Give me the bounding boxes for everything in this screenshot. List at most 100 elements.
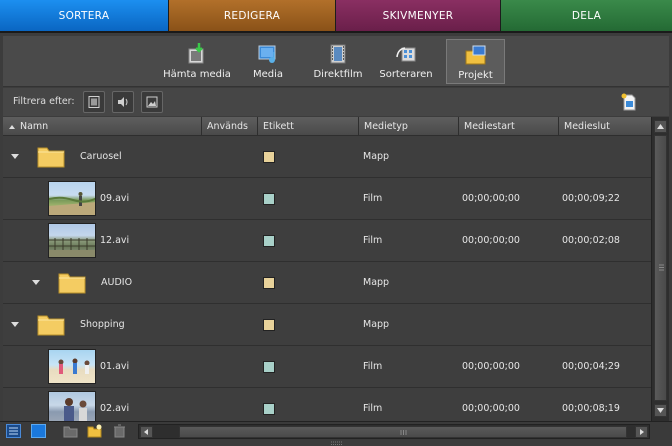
table-row[interactable]: 12.avi Film 00;00;00;00 00;00;02;08 (3, 220, 651, 262)
instant-movie-button[interactable]: Direktfilm (307, 39, 369, 84)
tab-dela[interactable]: DELA (501, 0, 672, 33)
row-media-start: 00;00;00;00 (462, 193, 520, 204)
get-media-label: Hämta media (163, 69, 231, 80)
audio-filter-button[interactable] (112, 91, 134, 113)
scroll-right-button[interactable] (635, 426, 648, 438)
project-button[interactable]: Projekt (446, 39, 505, 84)
bottom-bar (0, 421, 672, 440)
label-swatch[interactable] (263, 151, 275, 163)
row-name: 12.avi (100, 235, 130, 246)
get-media-button[interactable]: Hämta media (163, 39, 231, 84)
collapse-arrow-icon[interactable] (32, 280, 40, 285)
column-header-label[interactable]: Etikett (258, 117, 359, 136)
table-header: Namn Används Etikett Medietyp Mediestart… (3, 117, 651, 136)
folder-up-icon[interactable] (63, 424, 78, 438)
collapse-arrow-icon[interactable] (11, 322, 19, 327)
video-thumbnail (48, 391, 96, 421)
row-name: Caruosel (80, 151, 122, 162)
icon-view-icon[interactable] (31, 424, 46, 438)
row-media-start: 00;00;00;00 (462, 403, 520, 414)
row-media-start: 00;00;00;00 (462, 235, 520, 246)
video-filter-icon (88, 96, 100, 108)
arrow-down-icon (657, 408, 664, 413)
media-list: Caruosel Mapp 09.avi Film 00;00;00;00 00… (3, 136, 651, 421)
row-name: AUDIO (101, 277, 133, 288)
arrow-left-icon (144, 429, 148, 435)
row-media-start: 00;00;00;00 (462, 361, 520, 372)
row-media-end: 00;00;08;19 (562, 403, 620, 414)
row-name: 02.avi (100, 403, 130, 414)
organizer-button[interactable]: Sorteraren (375, 39, 437, 84)
table-row[interactable]: 01.avi Film 00;00;00;00 00;00;04;29 (3, 346, 651, 388)
image-filter-icon (146, 96, 158, 108)
trash-icon[interactable] (112, 424, 127, 438)
media-button[interactable]: Media (243, 39, 293, 84)
scroll-up-button[interactable] (654, 120, 667, 133)
scroll-down-button[interactable] (654, 404, 667, 417)
tab-redigera[interactable]: REDIGERA (169, 0, 336, 33)
table-row[interactable]: 09.avi Film 00;00;00;00 00;00;09;22 (3, 178, 651, 220)
filter-bar: Filtrera efter: (3, 88, 669, 116)
grip-icon (400, 430, 407, 435)
horizontal-scroll-thumb[interactable] (179, 426, 627, 438)
row-media-type: Film (363, 403, 383, 414)
project-icon (465, 45, 485, 65)
table-row[interactable]: 02.avi Film 00;00;00;00 00;00;08;19 (3, 388, 651, 421)
video-filter-button[interactable] (83, 91, 105, 113)
table-row[interactable]: Shopping Mapp (3, 304, 651, 346)
grip-icon (659, 264, 664, 271)
instant-movie-icon (330, 44, 346, 64)
vertical-scrollbar[interactable] (651, 117, 669, 421)
label-swatch[interactable] (263, 403, 275, 415)
list-view-icon[interactable] (6, 424, 21, 438)
label-swatch[interactable] (263, 235, 275, 247)
label-swatch[interactable] (263, 277, 275, 289)
row-name: Shopping (80, 319, 125, 330)
filter-label: Filtrera efter: (13, 96, 75, 107)
row-media-type: Mapp (363, 319, 390, 330)
row-name: 09.avi (100, 193, 130, 204)
vertical-scroll-thumb[interactable] (654, 135, 667, 401)
horizontal-scrollbar[interactable] (138, 424, 650, 439)
row-media-type: Film (363, 235, 383, 246)
label-swatch[interactable] (263, 193, 275, 205)
get-media-icon (188, 43, 204, 64)
video-thumbnail (48, 181, 96, 216)
media-label: Media (252, 69, 284, 80)
tab-skivmenyer[interactable]: SKIVMENYER (336, 0, 501, 33)
folder-icon (58, 273, 86, 294)
table-row[interactable]: AUDIO Mapp (3, 262, 651, 304)
new-item-icon[interactable] (620, 93, 638, 111)
arrow-right-icon (640, 429, 644, 435)
row-media-type: Film (363, 193, 383, 204)
folder-icon (37, 315, 65, 336)
row-media-type: Film (363, 361, 383, 372)
column-header-name-label: Namn (20, 121, 49, 132)
collapse-arrow-icon[interactable] (11, 154, 19, 159)
new-folder-icon[interactable] (87, 424, 102, 438)
panel-resize-grip-icon[interactable] (331, 440, 343, 446)
row-media-end: 00;00;04;29 (562, 361, 620, 372)
column-header-name[interactable]: Namn (3, 117, 202, 136)
column-header-media-type[interactable]: Medietyp (359, 117, 459, 136)
row-media-type: Mapp (363, 151, 390, 162)
project-label: Projekt (458, 70, 493, 81)
workspace-tabs: SORTERA REDIGERA SKIVMENYER DELA (0, 0, 672, 33)
column-header-used[interactable]: Används (202, 117, 258, 136)
organizer-icon (396, 47, 416, 62)
tab-sortera[interactable]: SORTERA (0, 0, 169, 33)
row-media-end: 00;00;09;22 (562, 193, 620, 204)
row-media-end: 00;00;02;08 (562, 235, 620, 246)
folder-icon (37, 147, 65, 168)
organizer-label: Sorteraren (379, 69, 433, 80)
table-row[interactable]: Caruosel Mapp (3, 136, 651, 178)
label-swatch[interactable] (263, 319, 275, 331)
column-header-media-end[interactable]: Medieslut (559, 117, 651, 136)
label-swatch[interactable] (263, 361, 275, 373)
audio-filter-icon (118, 97, 128, 107)
video-thumbnail (48, 223, 96, 258)
column-header-media-start[interactable]: Mediestart (459, 117, 559, 136)
scroll-left-button[interactable] (140, 426, 153, 438)
image-filter-button[interactable] (141, 91, 163, 113)
row-name: 01.avi (100, 361, 130, 372)
